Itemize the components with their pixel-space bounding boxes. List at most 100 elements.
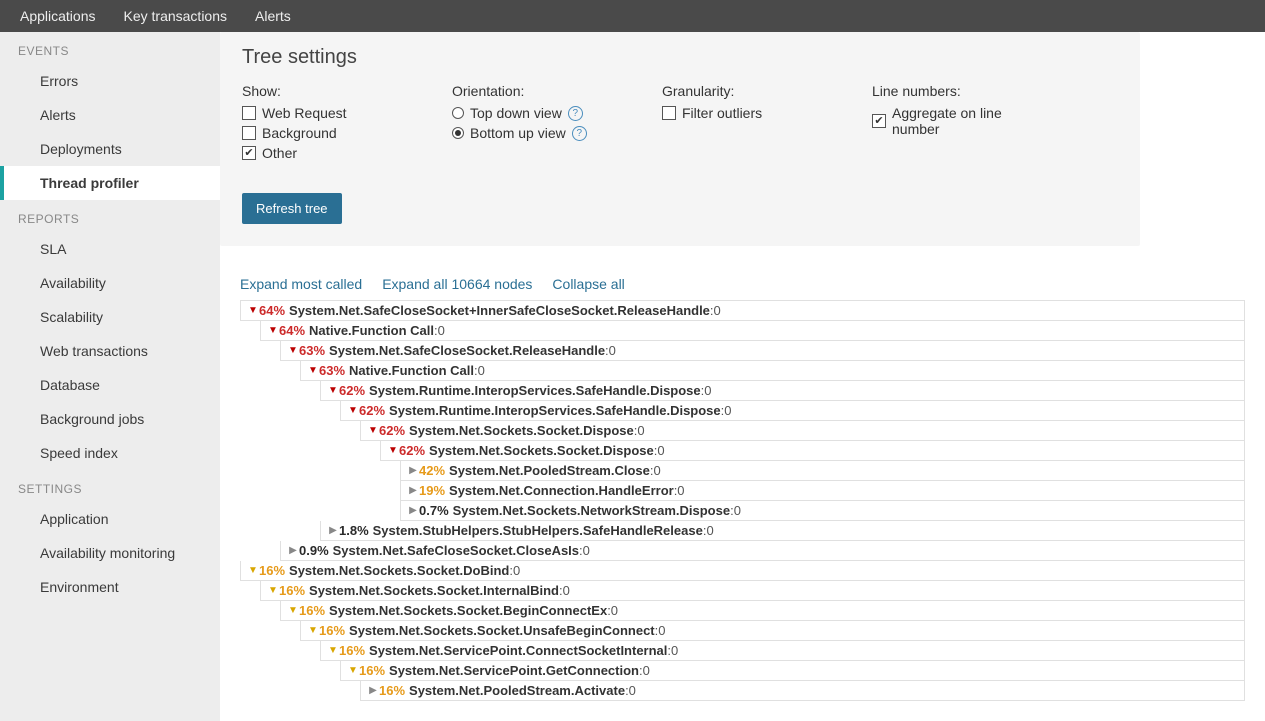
node-method: System.Runtime.InteropServices.SafeHandl… xyxy=(369,383,701,398)
checkbox-other[interactable] xyxy=(242,146,256,160)
chevron-right-icon[interactable]: ▶ xyxy=(367,685,379,696)
tree-node[interactable]: ▶16% System.Net.PooledStream.Activate :0 xyxy=(360,681,1245,701)
tree-node[interactable]: ▼16% System.Net.Sockets.Socket.InternalB… xyxy=(260,581,1245,601)
chevron-down-icon[interactable]: ▼ xyxy=(287,605,299,616)
checkbox-background[interactable] xyxy=(242,126,256,140)
sidebar-item-errors[interactable]: Errors xyxy=(0,64,220,98)
help-icon[interactable]: ? xyxy=(572,126,587,141)
nav-key-transactions[interactable]: Key transactions xyxy=(124,8,228,24)
sidebar-item-availability-monitoring[interactable]: Availability monitoring xyxy=(0,536,220,570)
node-line-number: :0 xyxy=(654,443,665,458)
tree-node[interactable]: ▼62% System.Net.Sockets.Socket.Dispose :… xyxy=(380,441,1245,461)
sidebar-item-alerts[interactable]: Alerts xyxy=(0,98,220,132)
link-expand-most-called[interactable]: Expand most called xyxy=(240,276,362,292)
chevron-down-icon[interactable]: ▼ xyxy=(307,625,319,636)
radio-top-down[interactable] xyxy=(452,107,464,119)
node-percentage: 0.7% xyxy=(419,503,449,518)
chevron-down-icon[interactable]: ▼ xyxy=(367,425,379,436)
tree-node[interactable]: ▼63% System.Net.SafeCloseSocket.ReleaseH… xyxy=(280,341,1245,361)
refresh-tree-button[interactable]: Refresh tree xyxy=(242,193,342,224)
tree-node[interactable]: ▶1.8% System.StubHelpers.StubHelpers.Saf… xyxy=(320,521,1245,541)
chevron-down-icon[interactable]: ▼ xyxy=(267,585,279,596)
node-line-number: :0 xyxy=(655,623,666,638)
tree-settings-title: Tree settings xyxy=(242,46,1118,69)
tree-node[interactable]: ▶0.9% System.Net.SafeCloseSocket.CloseAs… xyxy=(280,541,1245,561)
chevron-down-icon[interactable]: ▼ xyxy=(267,325,279,336)
chevron-down-icon[interactable]: ▼ xyxy=(387,445,399,456)
tree-node[interactable]: ▼16% System.Net.ServicePoint.GetConnecti… xyxy=(340,661,1245,681)
chevron-down-icon[interactable]: ▼ xyxy=(347,405,359,416)
sidebar-item-environment[interactable]: Environment xyxy=(0,570,220,604)
tree-node[interactable]: ▼16% System.Net.Sockets.Socket.BeginConn… xyxy=(280,601,1245,621)
link-collapse-all[interactable]: Collapse all xyxy=(552,276,624,292)
link-expand-all[interactable]: Expand all 10664 nodes xyxy=(382,276,532,292)
tree-action-links: Expand most called Expand all 10664 node… xyxy=(240,276,1245,292)
sidebar-item-database[interactable]: Database xyxy=(0,368,220,402)
label-top-down: Top down view xyxy=(470,105,562,121)
sidebar-item-background-jobs[interactable]: Background jobs xyxy=(0,402,220,436)
tree-node[interactable]: ▼16% System.Net.Sockets.Socket.DoBind :0 xyxy=(240,561,1245,581)
tree-node[interactable]: ▼16% System.Net.Sockets.Socket.UnsafeBeg… xyxy=(300,621,1245,641)
sidebar-item-thread-profiler[interactable]: Thread profiler xyxy=(0,166,220,200)
chevron-down-icon[interactable]: ▼ xyxy=(307,365,319,376)
node-line-number: :0 xyxy=(625,683,636,698)
help-icon[interactable]: ? xyxy=(568,106,583,121)
tree-node[interactable]: ▼62% System.Runtime.InteropServices.Safe… xyxy=(340,401,1245,421)
sidebar-item-speed-index[interactable]: Speed index xyxy=(0,436,220,470)
tree-node[interactable]: ▼64% System.Net.SafeCloseSocket+InnerSaf… xyxy=(240,300,1245,321)
tree-node[interactable]: ▼16% System.Net.ServicePoint.ConnectSock… xyxy=(320,641,1245,661)
node-percentage: 63% xyxy=(299,343,325,358)
show-label: Show: xyxy=(242,83,392,99)
chevron-down-icon[interactable]: ▼ xyxy=(327,385,339,396)
nav-applications[interactable]: Applications xyxy=(20,8,96,24)
tree-node[interactable]: ▼64% Native.Function Call :0 xyxy=(260,321,1245,341)
sidebar-section-settings: SETTINGS xyxy=(0,470,220,502)
chevron-right-icon[interactable]: ▶ xyxy=(287,545,299,556)
tree-node[interactable]: ▼63% Native.Function Call :0 xyxy=(300,361,1245,381)
tree-node[interactable]: ▼62% System.Runtime.InteropServices.Safe… xyxy=(320,381,1245,401)
node-line-number: :0 xyxy=(650,463,661,478)
chevron-right-icon[interactable]: ▶ xyxy=(407,465,419,476)
node-method: System.Net.Sockets.Socket.BeginConnectEx xyxy=(329,603,607,618)
node-line-number: :0 xyxy=(605,343,616,358)
chevron-down-icon[interactable]: ▼ xyxy=(247,305,259,316)
node-method: System.Net.Sockets.Socket.InternalBind xyxy=(309,583,559,598)
top-nav: Applications Key transactions Alerts xyxy=(0,0,1265,32)
label-other: Other xyxy=(262,145,297,161)
node-method: System.Net.Connection.HandleError xyxy=(449,483,674,498)
node-line-number: :0 xyxy=(667,643,678,658)
tree-node[interactable]: ▶42% System.Net.PooledStream.Close :0 xyxy=(400,461,1245,481)
node-line-number: :0 xyxy=(703,523,714,538)
sidebar-item-availability[interactable]: Availability xyxy=(0,266,220,300)
node-method: Native.Function Call xyxy=(349,363,474,378)
sidebar-section-reports: REPORTS xyxy=(0,200,220,232)
checkbox-web-request[interactable] xyxy=(242,106,256,120)
node-method: System.Net.SafeCloseSocket+InnerSafeClos… xyxy=(289,303,710,318)
node-percentage: 42% xyxy=(419,463,445,478)
chevron-right-icon[interactable]: ▶ xyxy=(407,485,419,496)
chevron-right-icon[interactable]: ▶ xyxy=(327,525,339,536)
nav-alerts[interactable]: Alerts xyxy=(255,8,291,24)
chevron-down-icon[interactable]: ▼ xyxy=(327,645,339,656)
tree-node[interactable]: ▶0.7% System.Net.Sockets.NetworkStream.D… xyxy=(400,501,1245,521)
sidebar-item-sla[interactable]: SLA xyxy=(0,232,220,266)
chevron-right-icon[interactable]: ▶ xyxy=(407,505,419,516)
sidebar-item-deployments[interactable]: Deployments xyxy=(0,132,220,166)
radio-bottom-up[interactable] xyxy=(452,127,464,139)
node-percentage: 16% xyxy=(299,603,325,618)
node-line-number: :0 xyxy=(509,563,520,578)
checkbox-filter-outliers[interactable] xyxy=(662,106,676,120)
tree-node[interactable]: ▶19% System.Net.Connection.HandleError :… xyxy=(400,481,1245,501)
checkbox-aggregate[interactable] xyxy=(872,114,886,128)
main-content: Tree settings Show: Web Request Backgrou… xyxy=(220,32,1265,721)
sidebar-item-scalability[interactable]: Scalability xyxy=(0,300,220,334)
sidebar-item-web-transactions[interactable]: Web transactions xyxy=(0,334,220,368)
chevron-down-icon[interactable]: ▼ xyxy=(247,565,259,576)
sidebar-item-application[interactable]: Application xyxy=(0,502,220,536)
chevron-down-icon[interactable]: ▼ xyxy=(347,665,359,676)
chevron-down-icon[interactable]: ▼ xyxy=(287,345,299,356)
tree-node[interactable]: ▼62% System.Net.Sockets.Socket.Dispose :… xyxy=(360,421,1245,441)
node-percentage: 19% xyxy=(419,483,445,498)
sidebar: EVENTS Errors Alerts Deployments Thread … xyxy=(0,32,220,721)
node-line-number: :0 xyxy=(701,383,712,398)
